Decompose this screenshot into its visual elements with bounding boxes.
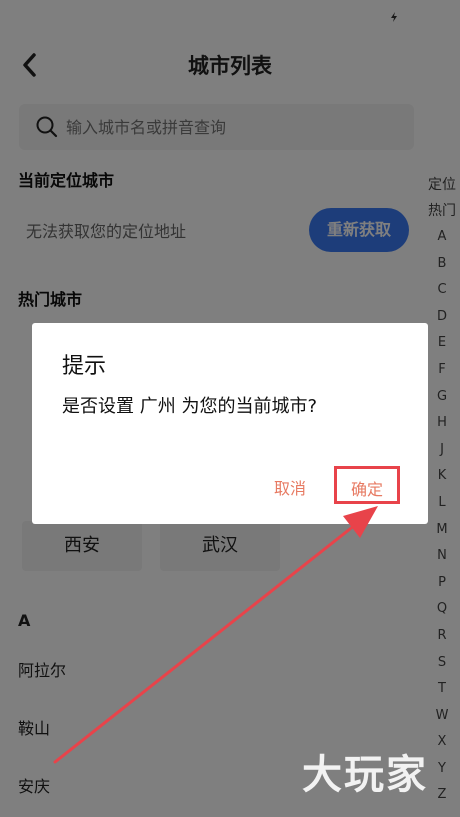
annotation-arrow-icon [53,506,378,764]
watermark: 大玩家 [302,752,428,798]
